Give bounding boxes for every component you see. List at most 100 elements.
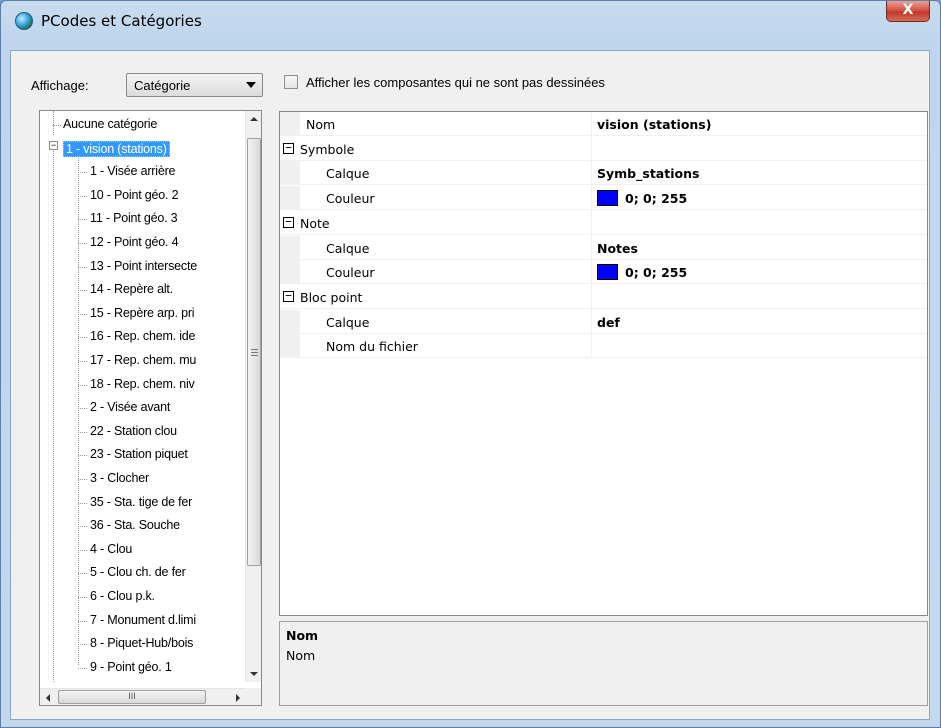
property-value-cell[interactable]: 0; 0; 255 [591,260,927,285]
property-gutter [280,235,300,260]
tree-connector [78,290,87,292]
collapse-category-icon[interactable]: − [283,290,294,302]
grip-icon: III [128,691,136,701]
property-gutter [280,334,300,359]
property-category[interactable]: − Note [280,210,927,235]
dialog-window: PCodes et Catégories X Affichage: Catégo… [0,0,941,728]
tree-connector [78,337,87,339]
close-icon: X [902,2,914,18]
tree-item-label: 13 - Point intersecte [90,258,197,273]
tree-item-label: 1 - Visée arrière [90,164,176,179]
property-row[interactable]: Couleur 0; 0; 255 [280,186,927,211]
tree-item-label: 4 - Clou [90,541,133,556]
property-value: 0; 0; 255 [625,191,688,207]
property-name: Bloc point [300,289,363,305]
tree-connector [78,667,87,669]
tree-connector [78,549,87,551]
tree-connector [78,573,87,575]
tree-line [53,151,54,682]
property-row[interactable]: Couleur 0; 0; 255 [280,260,927,285]
property-row[interactable]: Calque def [280,309,927,334]
help-description: Nom [286,648,316,663]
property-value-cell[interactable] [591,284,927,309]
property-value: Symb_stations [597,166,700,182]
property-name: Nom du fichier [326,339,418,355]
tree-vertical-scrollbar[interactable] [245,111,261,682]
tree-item-label: 35 - Sta. tige de fer [90,494,193,509]
grip-icon [251,349,258,356]
tree-item-label: 12 - Point géo. 4 [90,235,179,249]
collapse-category-icon[interactable]: − [283,142,294,154]
tree-line [53,111,54,135]
property-category[interactable]: − Symbole [280,136,927,161]
show-hidden-label[interactable]: Afficher les composantes qui ne sont pas… [306,75,605,90]
property-value-cell[interactable] [591,210,927,235]
collapse-category-icon[interactable]: − [283,216,294,228]
tree-item-label: 15 - Repère arp. pri [90,305,195,320]
display-select[interactable]: Catégorie [126,73,263,97]
property-row[interactable]: Calque Symb_stations [280,161,927,186]
property-name: Couleur [326,191,375,207]
tree-connector [78,526,87,528]
property-value-cell[interactable] [591,334,927,359]
scroll-corner [245,688,261,705]
horizontal-scroll-thumb[interactable]: III [58,690,206,704]
property-value-cell[interactable]: def [591,309,927,334]
collapse-node-icon[interactable]: − [49,141,58,150]
color-swatch [597,264,618,281]
close-button[interactable]: X [886,1,930,22]
property-value-cell[interactable]: vision (stations) [591,112,927,136]
tree-item-label: 1 - vision (stations) [63,140,170,157]
property-name: Couleur [326,265,375,281]
property-category[interactable]: − Bloc point [280,284,927,309]
tree-connector [78,195,87,197]
property-row[interactable]: Nom vision (stations) [280,112,927,136]
property-value-cell[interactable]: 0; 0; 255 [591,186,927,211]
tree-connector [53,125,61,126]
property-value-cell[interactable]: Notes [591,235,927,260]
tree-connector [78,384,87,386]
property-value-cell[interactable]: Symb_stations [591,161,927,186]
property-value: def [597,314,620,330]
property-value: vision (stations) [597,117,712,132]
property-grid[interactable]: Nom vision (stations) − Symbole Calque Symb_s… [279,111,928,616]
tree-item-label: 23 - Station piquet [90,447,188,462]
show-hidden-checkbox[interactable] [284,75,298,89]
tree-items: − Aucune catégorie 1 - vision (stations) 1… [40,111,246,682]
tree-item-label: 6 - Clou p.k. [90,589,155,603]
property-name: Calque [326,240,370,256]
tree-item-label: 36 - Sta. Souche [90,518,180,533]
color-swatch [597,190,618,207]
property-value-cell[interactable] [591,136,927,161]
tree-connector [78,243,87,244]
display-label: Affichage: [31,78,89,93]
tree-connector [78,455,87,457]
scroll-thumb[interactable] [247,138,261,566]
help-title: Nom [286,628,319,643]
display-select-value: Catégorie [134,78,191,93]
scroll-up-icon[interactable] [250,117,258,121]
property-row[interactable]: Nom du fichier [280,334,927,359]
globe-icon [15,12,33,30]
property-row[interactable]: Calque Notes [280,235,927,260]
property-gutter [280,161,300,186]
tree-connector [78,408,87,410]
property-name: Calque [326,314,370,330]
tree-item-label: 10 - Point géo. 2 [90,187,179,202]
tree-connector [78,644,87,646]
property-gutter [280,260,300,285]
window-title: PCodes et Catégories [41,12,202,30]
chevron-down-icon [246,82,256,88]
scroll-down-icon[interactable] [250,672,258,676]
property-gutter [280,112,300,136]
scroll-left-icon[interactable] [46,694,50,702]
scroll-right-icon[interactable] [236,694,240,702]
property-value: 0; 0; 255 [625,265,688,281]
tree-item-label: 2 - Visée avant [90,400,171,415]
title-bar[interactable]: PCodes et Catégories X [1,1,940,41]
property-gutter [280,186,300,211]
tree-item-label: 17 - Rep. chem. mu [90,353,197,367]
tree-item-label: 9 - Point géo. 1 [90,659,172,674]
category-tree[interactable]: − Aucune catégorie 1 - vision (stations) 1… [39,110,262,706]
tree-horizontal-scrollbar[interactable]: III [40,688,246,705]
